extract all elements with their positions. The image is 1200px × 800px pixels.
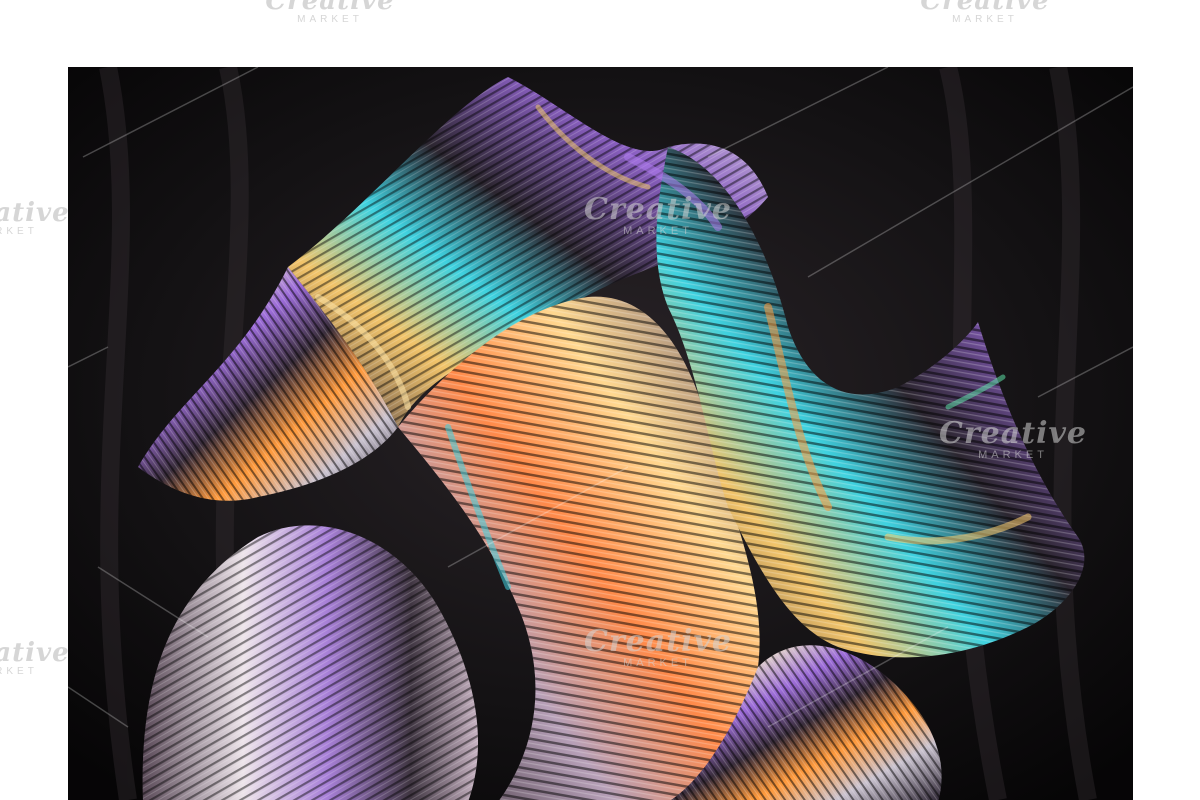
abstract-iridescent-sculpture <box>68 67 1133 800</box>
hero-image: Creative MARKET Creative MARKET Creative… <box>68 67 1133 800</box>
page: Creative MARKET Creative MARKET Creative… <box>0 0 1200 800</box>
watermark-brand-text: Creative <box>0 198 70 228</box>
watermark-subtitle-text: MARKET <box>297 14 363 25</box>
watermark-left-top: Creative MARKET <box>0 200 70 238</box>
watermark-top-left: Creative MARKET <box>265 0 395 26</box>
watermark-subtitle-text: MARKET <box>0 666 38 677</box>
watermark-subtitle-text: MARKET <box>952 14 1018 25</box>
watermark-top-right: Creative MARKET <box>920 0 1050 26</box>
watermark-subtitle-text: MARKET <box>0 226 38 237</box>
watermark-brand-text: Creative <box>0 638 70 668</box>
watermark-brand-text: Creative <box>265 0 395 16</box>
watermark-left-bottom: Creative MARKET <box>0 640 70 678</box>
watermark-brand-text: Creative <box>920 0 1050 16</box>
